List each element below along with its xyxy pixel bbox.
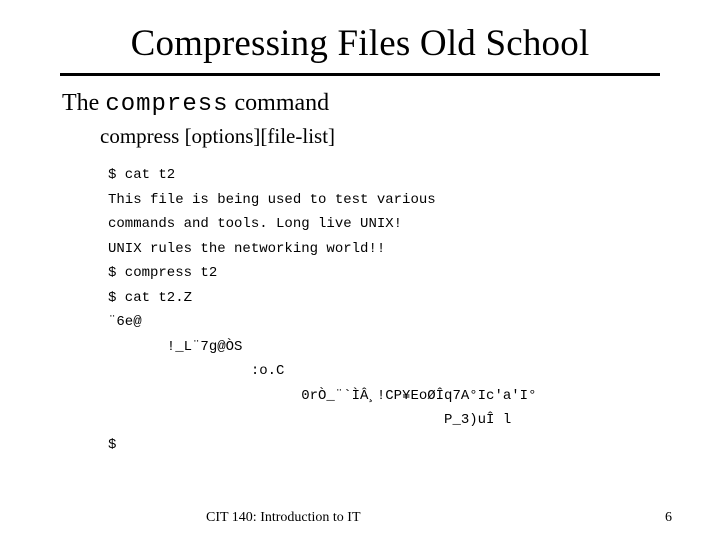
- terminal-output: $ cat t2 This file is being used to test…: [108, 163, 720, 457]
- term-line: !_L¨7g@ÒS: [108, 339, 242, 355]
- term-line: 0rÒ_¨`ÌÂ¸!CP¥EoØÎq7A°Ic'a'I°: [108, 388, 536, 404]
- term-line: commands and tools. Long live UNIX!: [108, 216, 402, 232]
- term-line: ¨6e@: [108, 314, 142, 330]
- term-line: $ cat t2: [108, 167, 175, 183]
- term-line: $: [108, 437, 116, 453]
- subhead-suffix: command: [229, 90, 330, 116]
- term-line: This file is being used to test various: [108, 192, 436, 208]
- term-line: P_3)uÎ l: [108, 412, 511, 428]
- title-rule: [60, 73, 660, 76]
- subhead-prefix: The: [62, 90, 105, 116]
- slide: Compressing Files Old School The compres…: [0, 0, 720, 540]
- term-line: UNIX rules the networking world!!: [108, 241, 385, 257]
- footer-course: CIT 140: Introduction to IT: [206, 510, 361, 526]
- syntax-line: compress [options][file-list]: [100, 124, 720, 149]
- term-line: :o.C: [108, 363, 284, 379]
- subhead-command: compress: [105, 91, 228, 118]
- page-title: Compressing Files Old School: [0, 0, 720, 73]
- subheading: The compress command: [62, 90, 720, 118]
- footer-page-number: 6: [665, 510, 672, 526]
- term-line: $ cat t2.Z: [108, 290, 192, 306]
- term-line: $ compress t2: [108, 265, 217, 281]
